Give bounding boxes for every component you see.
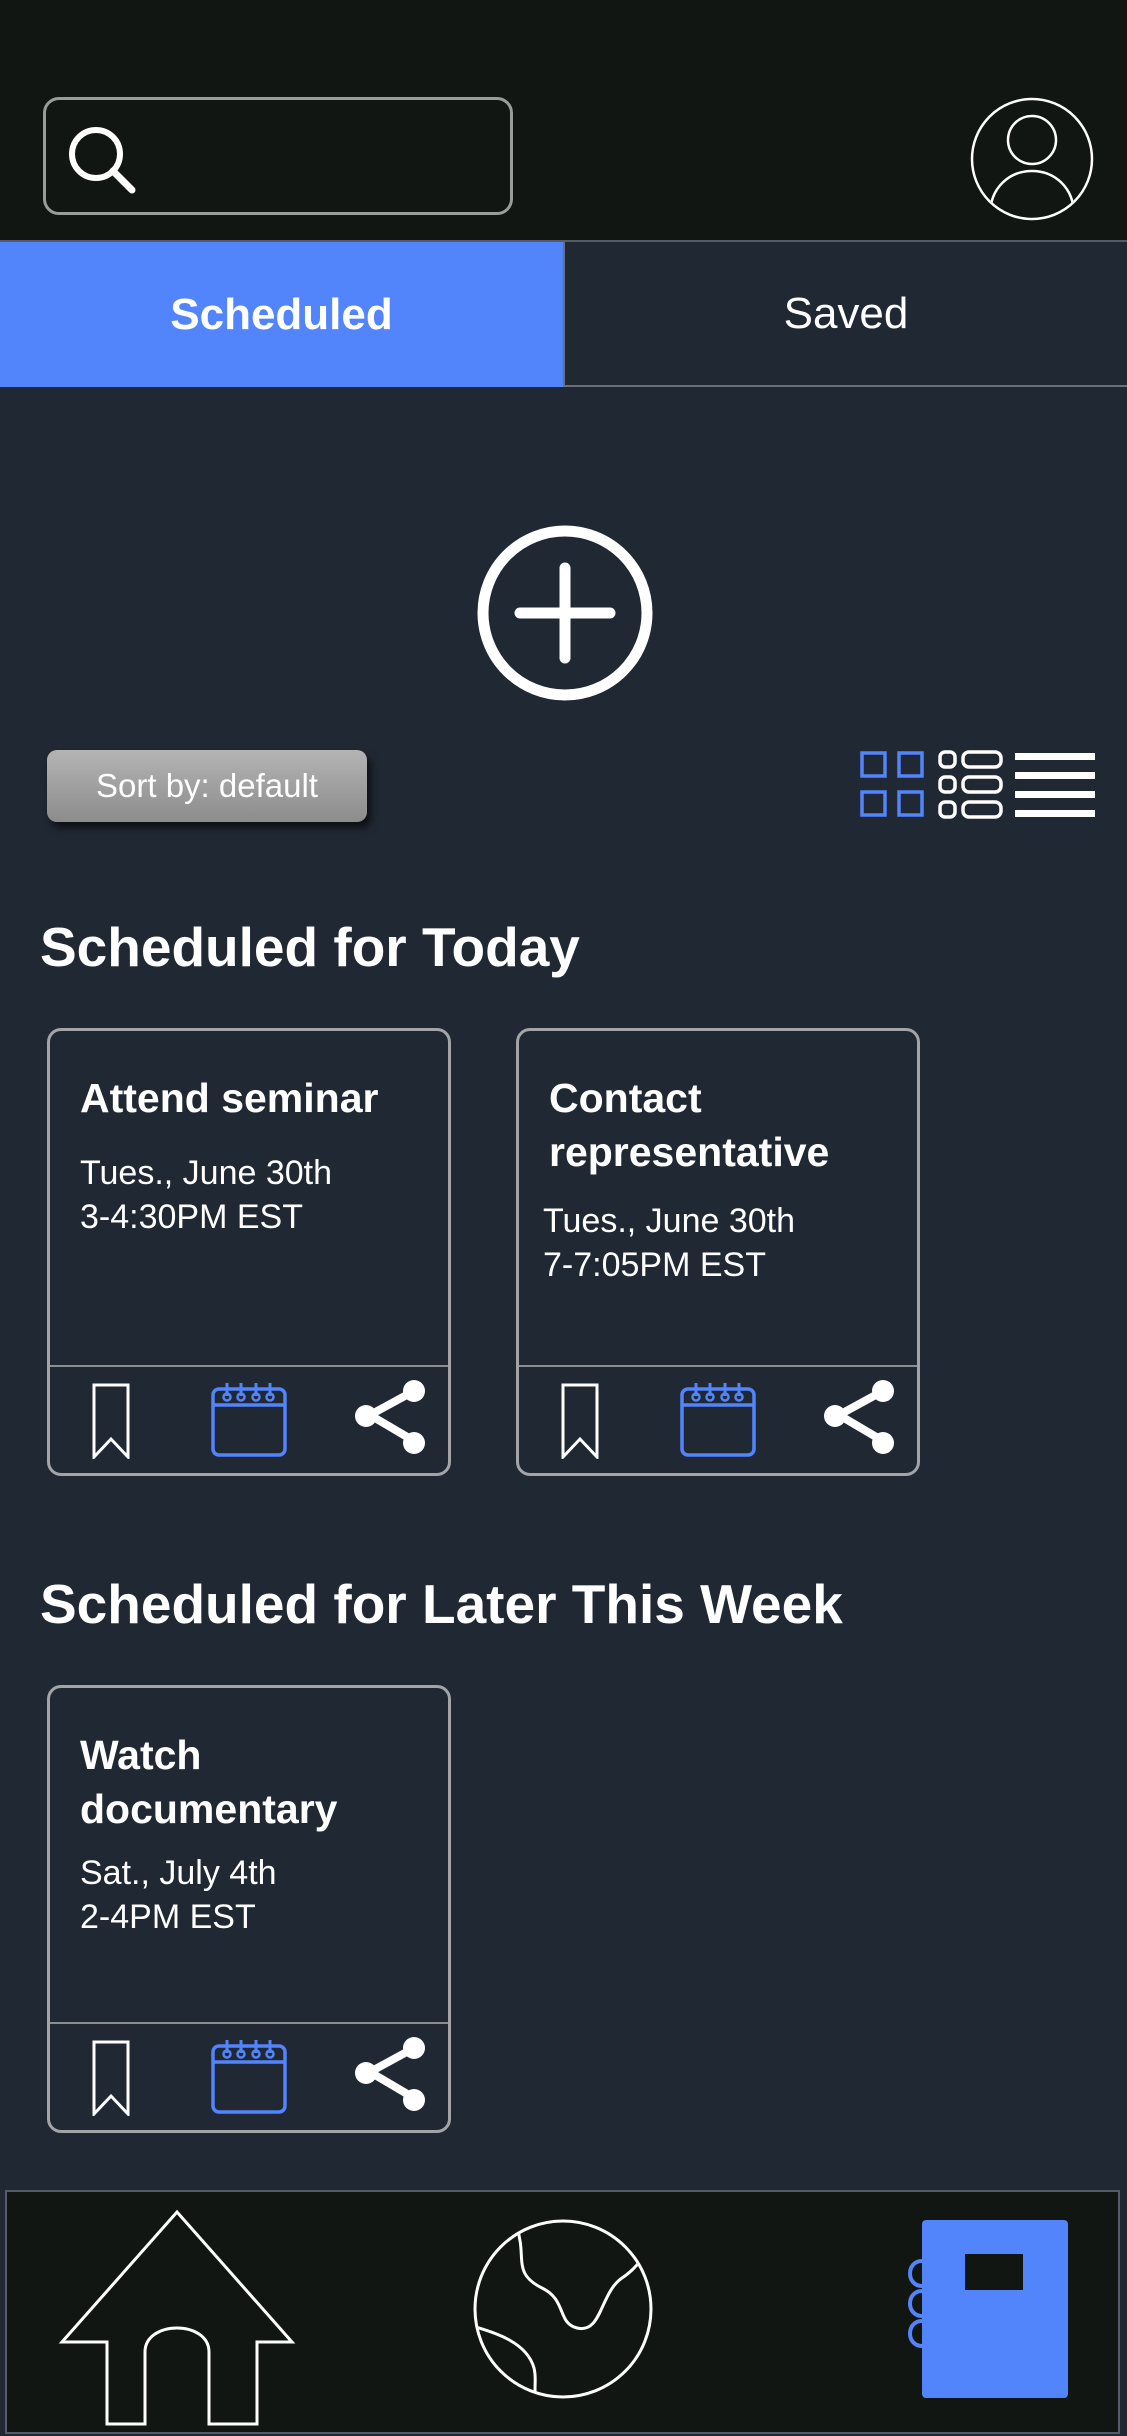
home-icon[interactable] (57, 2202, 297, 2432)
calendar-icon[interactable] (677, 1379, 757, 1459)
tab-saved-label: Saved (783, 288, 909, 338)
task-title: Attend seminar (80, 1075, 379, 1121)
card-list-view-icon[interactable] (938, 750, 1003, 819)
user-avatar-icon[interactable] (970, 97, 1094, 221)
share-icon[interactable] (350, 2036, 430, 2116)
task-time: 3-4:30PM EST (80, 1198, 303, 1236)
tab-bar: Scheduled Saved (0, 242, 1127, 387)
search-icon (69, 127, 136, 194)
share-icon[interactable] (819, 1379, 899, 1459)
tab-saved[interactable]: Saved (563, 242, 1127, 387)
calendar-icon[interactable] (208, 2036, 288, 2116)
task-date: Tues., June 30th (80, 1154, 333, 1192)
search-input[interactable] (43, 97, 513, 215)
planner-icon[interactable] (902, 2216, 1070, 2401)
bookmark-icon[interactable] (70, 2036, 150, 2116)
section-title-today: Scheduled for Today (40, 916, 580, 978)
task-card[interactable]: Watch documentary Sat., July 4th 2-4PM E… (47, 1685, 451, 2133)
grid-view-icon[interactable] (860, 751, 924, 817)
add-icon[interactable] (477, 525, 653, 701)
bookmark-icon[interactable] (70, 1379, 150, 1459)
sort-label: Sort by: default (96, 767, 318, 804)
globe-icon[interactable] (472, 2218, 654, 2400)
tab-scheduled[interactable]: Scheduled (0, 242, 563, 387)
task-title: Watch documentary (80, 1732, 338, 1832)
sort-button[interactable]: Sort by: default (47, 750, 367, 822)
task-date: Tues., June 30th (543, 1202, 796, 1240)
top-bar (0, 0, 1127, 242)
task-card[interactable]: Contact representative Tues., June 30th … (516, 1028, 920, 1476)
task-time: 2-4PM EST (80, 1898, 256, 1936)
calendar-icon[interactable] (208, 1379, 288, 1459)
share-icon[interactable] (350, 1379, 430, 1459)
tab-scheduled-label: Scheduled (170, 289, 393, 339)
task-card[interactable]: Attend seminar Tues., June 30th 3-4:30PM… (47, 1028, 451, 1476)
view-toggle-group (860, 750, 1095, 819)
task-date: Sat., July 4th (80, 1854, 277, 1892)
section-title-week: Scheduled for Later This Week (40, 1573, 843, 1635)
task-time: 7-7:05PM EST (543, 1246, 766, 1284)
bottom-nav (5, 2190, 1120, 2434)
card-actions (50, 1365, 448, 1473)
task-title: Contact representative (549, 1075, 830, 1175)
card-actions (519, 1365, 917, 1473)
list-view-icon[interactable] (1015, 753, 1095, 817)
card-actions (50, 2022, 448, 2130)
bookmark-icon[interactable] (539, 1379, 619, 1459)
